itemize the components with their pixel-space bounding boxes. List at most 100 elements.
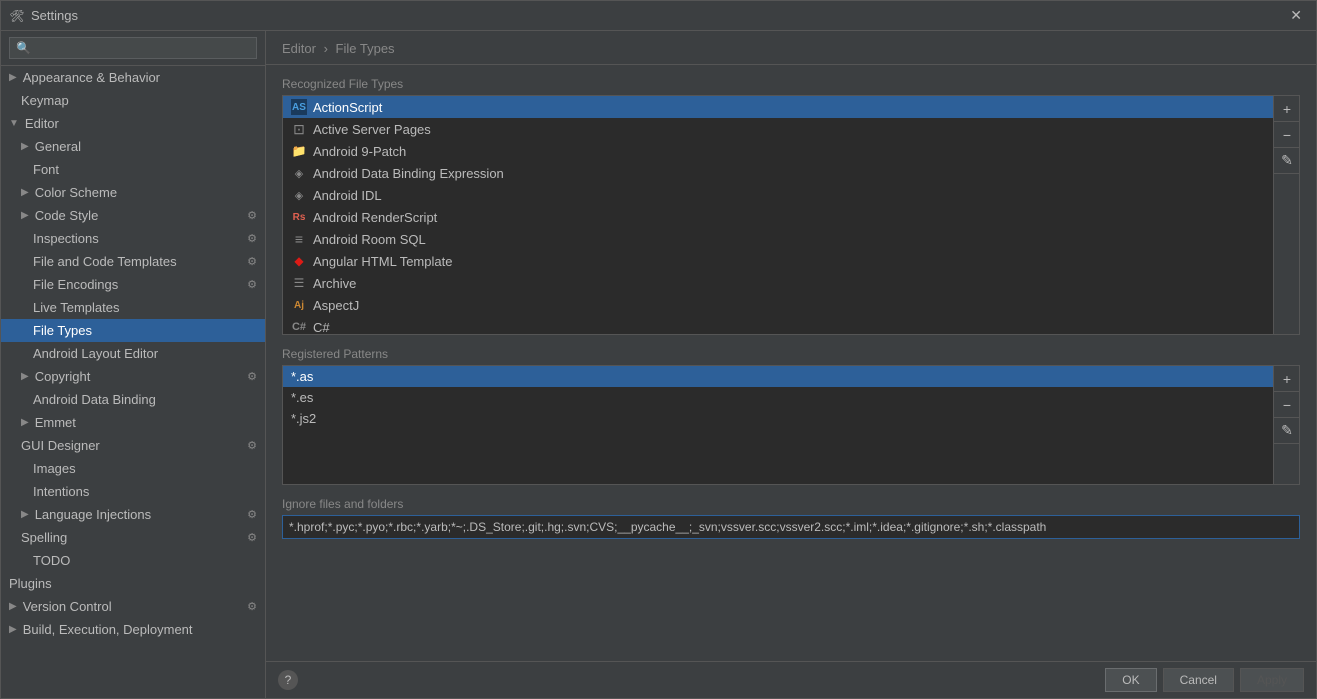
sidebar-item-android-layout-editor[interactable]: Android Layout Editor — [1, 342, 265, 365]
sidebar-label: Editor — [25, 116, 59, 131]
edit-pattern-button[interactable]: ✎ — [1274, 418, 1300, 444]
sidebar-label: Appearance & Behavior — [23, 70, 160, 85]
list-item[interactable]: ☰ Archive — [283, 272, 1273, 294]
remove-file-type-button[interactable]: − — [1274, 122, 1300, 148]
help-button[interactable]: ? — [278, 670, 298, 690]
registered-section-title: Registered Patterns — [282, 347, 1300, 361]
breadcrumb-part2: File Types — [336, 41, 395, 56]
sidebar-item-android-data-binding[interactable]: Android Data Binding — [1, 388, 265, 411]
main-content: ▶ Appearance & Behavior Keymap ▼ Editor — [1, 31, 1316, 698]
registered-list-container: *.as *.es *.js2 + — [282, 365, 1300, 485]
list-item[interactable]: C# C# — [283, 316, 1273, 334]
sidebar-item-font[interactable]: Font — [1, 158, 265, 181]
ok-button[interactable]: OK — [1105, 668, 1156, 692]
sidebar-item-language-injections[interactable]: ▶ Language Injections ⚙ — [1, 503, 265, 526]
add-pattern-button[interactable]: + — [1274, 366, 1300, 392]
sidebar-label: TODO — [33, 553, 70, 568]
arrow-icon: ▶ — [9, 72, 17, 83]
sidebar-item-plugins[interactable]: Plugins — [1, 572, 265, 595]
edit-file-type-button[interactable]: ✎ — [1274, 148, 1300, 174]
gear-icon: ⚙ — [247, 508, 257, 521]
sidebar-label: Inspections — [33, 231, 99, 246]
sidebar-item-code-style[interactable]: ▶ Code Style ⚙ — [1, 204, 265, 227]
gear-icon: ⚙ — [247, 255, 257, 268]
sidebar-item-appearance[interactable]: ▶ Appearance & Behavior — [1, 66, 265, 89]
sidebar-label: Intentions — [33, 484, 89, 499]
add-file-type-button[interactable]: + — [1274, 96, 1300, 122]
sidebar-label: Font — [33, 162, 59, 177]
remove-pattern-button[interactable]: − — [1274, 392, 1300, 418]
list-item[interactable]: AS ActionScript — [283, 96, 1273, 118]
list-item[interactable]: ⊡ Active Server Pages — [283, 118, 1273, 140]
file-type-icon: C# — [291, 319, 307, 334]
sidebar-item-todo[interactable]: TODO — [1, 549, 265, 572]
gear-icon: ⚙ — [247, 232, 257, 245]
file-type-icon: ◈ — [291, 187, 307, 203]
sidebar-item-copyright[interactable]: ▶ Copyright ⚙ — [1, 365, 265, 388]
pattern-value: *.es — [291, 390, 313, 405]
arrow-icon: ▶ — [21, 141, 29, 152]
sidebar-label: File and Code Templates — [33, 254, 177, 269]
patterns-side-buttons: + − ✎ — [1274, 365, 1300, 485]
list-item[interactable]: ◈ Android IDL — [283, 184, 1273, 206]
footer: ? OK Cancel Apply — [266, 661, 1316, 698]
file-type-name: Angular HTML Template — [313, 254, 452, 269]
list-item[interactable]: ◈ Android Data Binding Expression — [283, 162, 1273, 184]
list-item[interactable]: *.as — [283, 366, 1273, 387]
sidebar-item-file-types[interactable]: File Types — [1, 319, 265, 342]
recognized-list-container: AS ActionScript ⊡ Active Server Pages — [282, 95, 1300, 335]
sidebar-item-version-control[interactable]: ▶ Version Control ⚙ — [1, 595, 265, 618]
sidebar-label: File Types — [33, 323, 92, 338]
gear-icon: ⚙ — [247, 531, 257, 544]
sidebar-item-color-scheme[interactable]: ▶ Color Scheme — [1, 181, 265, 204]
title-bar: 🛠 Settings ✕ — [1, 1, 1316, 31]
sidebar-item-general[interactable]: ▶ General — [1, 135, 265, 158]
search-box — [1, 31, 265, 66]
sidebar-item-keymap[interactable]: Keymap — [1, 89, 265, 112]
sidebar-label: Spelling — [21, 530, 67, 545]
list-item[interactable]: ≡ Android Room SQL — [283, 228, 1273, 250]
list-item[interactable]: *.es — [283, 387, 1273, 408]
sidebar-item-build-execution[interactable]: ▶ Build, Execution, Deployment — [1, 618, 265, 641]
sidebar-item-live-templates[interactable]: Live Templates — [1, 296, 265, 319]
file-type-icon: ⊡ — [291, 121, 307, 137]
gear-icon: ⚙ — [247, 370, 257, 383]
breadcrumb: Editor › File Types — [266, 31, 1316, 65]
recognized-section-title: Recognized File Types — [282, 77, 1300, 91]
pattern-value: *.js2 — [291, 411, 316, 426]
file-types-list: AS ActionScript ⊡ Active Server Pages — [283, 96, 1273, 334]
sidebar-item-emmet[interactable]: ▶ Emmet — [1, 411, 265, 434]
sidebar-label: File Encodings — [33, 277, 118, 292]
file-type-name: C# — [313, 320, 330, 335]
cancel-button[interactable]: Cancel — [1163, 668, 1234, 692]
file-type-icon: ◈ — [291, 165, 307, 181]
file-type-name: Android RenderScript — [313, 210, 437, 225]
sidebar-item-intentions[interactable]: Intentions — [1, 480, 265, 503]
recognized-section: Recognized File Types AS ActionScript — [282, 77, 1300, 335]
list-item[interactable]: 📁 Android 9-Patch — [283, 140, 1273, 162]
apply-button[interactable]: Apply — [1240, 668, 1304, 692]
search-input[interactable] — [9, 37, 257, 59]
sidebar-item-spelling[interactable]: Spelling ⚙ — [1, 526, 265, 549]
file-type-icon: ≡ — [291, 231, 307, 247]
sidebar: ▶ Appearance & Behavior Keymap ▼ Editor — [1, 31, 266, 698]
list-item[interactable]: Rs Android RenderScript — [283, 206, 1273, 228]
sidebar-item-images[interactable]: Images — [1, 457, 265, 480]
close-button[interactable]: ✕ — [1284, 5, 1308, 26]
file-type-name: ActionScript — [313, 100, 382, 115]
sidebar-item-file-code-templates[interactable]: File and Code Templates ⚙ — [1, 250, 265, 273]
list-item[interactable]: *.js2 — [283, 408, 1273, 429]
sidebar-item-editor[interactable]: ▼ Editor — [1, 112, 265, 135]
sidebar-label: Keymap — [21, 93, 69, 108]
ignore-input[interactable] — [282, 515, 1300, 539]
ignore-section-title: Ignore files and folders — [282, 497, 1300, 511]
sidebar-item-inspections[interactable]: Inspections ⚙ — [1, 227, 265, 250]
sidebar-item-gui-designer[interactable]: GUI Designer ⚙ — [1, 434, 265, 457]
sidebar-item-file-encodings[interactable]: File Encodings ⚙ — [1, 273, 265, 296]
list-item[interactable]: ◆ Angular HTML Template — [283, 250, 1273, 272]
list-item[interactable]: Aj AspectJ — [283, 294, 1273, 316]
file-type-name: Android IDL — [313, 188, 382, 203]
gear-icon: ⚙ — [247, 278, 257, 291]
sidebar-label: GUI Designer — [21, 438, 100, 453]
recognized-list-box: AS ActionScript ⊡ Active Server Pages — [282, 95, 1274, 335]
